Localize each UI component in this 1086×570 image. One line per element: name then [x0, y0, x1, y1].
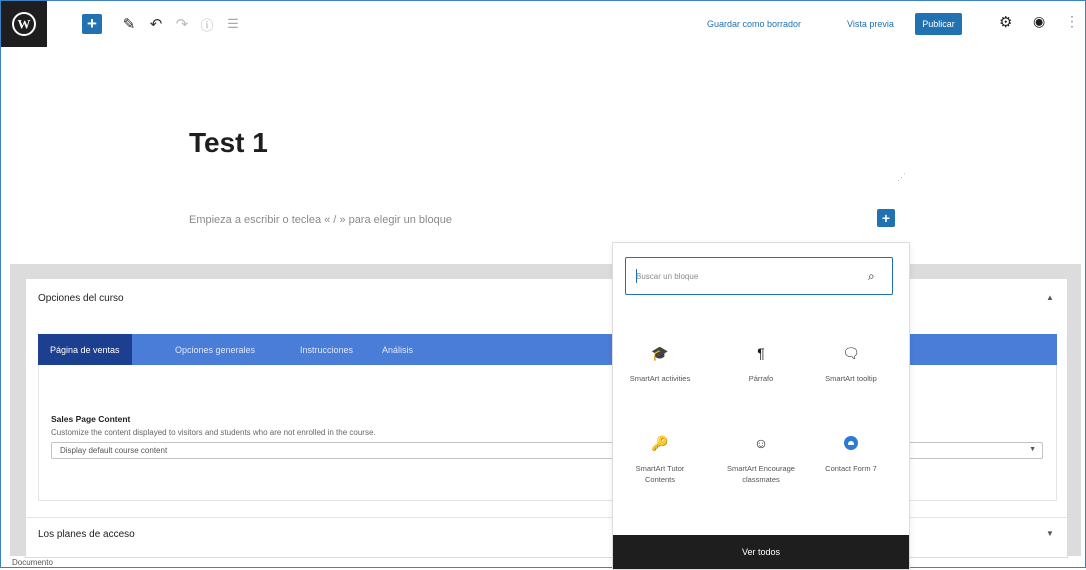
sales-page-content-label: Sales Page Content	[51, 414, 131, 424]
preview-button[interactable]: Vista previa	[847, 19, 894, 29]
course-options-title[interactable]: Opciones del curso	[38, 293, 124, 304]
tools-pencil-icon[interactable]: ✎	[118, 13, 140, 35]
block-label: SmartArt activities	[629, 374, 691, 383]
inline-add-block-button[interactable]: +	[877, 209, 895, 227]
gear-icon[interactable]: ⚙	[999, 13, 1012, 31]
paragraph-icon: ¶	[757, 345, 765, 361]
block-smartart-activities[interactable]: 🎓 SmartArt activities	[620, 343, 700, 423]
block-label: SmartArt Encourage classmates	[727, 464, 795, 484]
sales-page-select-value: Display default course content	[60, 446, 168, 455]
collapse-caret-icon[interactable]: ▲	[1046, 293, 1054, 302]
block-smartart-encourage-classmates[interactable]: ☺ SmartArt Encourage classmates	[721, 433, 801, 513]
contact-form-icon	[811, 433, 891, 453]
chevron-down-icon: ▼	[1029, 446, 1036, 453]
tab-sales-page[interactable]: Página de ventas	[38, 334, 132, 365]
redo-icon[interactable]: ↷	[171, 13, 193, 35]
more-options-icon[interactable]: ⋮	[1065, 13, 1079, 30]
save-draft-button[interactable]: Guardar como borrador	[707, 19, 801, 29]
block-search-box[interactable]: ⌕	[625, 257, 893, 295]
publish-button[interactable]: Publicar	[915, 13, 962, 35]
info-icon[interactable]: ⓘ	[196, 13, 218, 35]
sales-page-content-description: Customize the content displayed to visit…	[51, 428, 376, 437]
block-paragraph[interactable]: ¶ Párrafo	[721, 343, 801, 423]
block-label: SmartArt tooltip	[825, 374, 877, 383]
list-view-icon[interactable]: ☰	[222, 13, 244, 35]
text-cursor	[636, 269, 637, 283]
plugin-icon[interactable]: ◉	[1033, 13, 1045, 30]
block-label: Contact Form 7	[825, 464, 877, 473]
course-options-panel: Opciones del curso ▲ Página de ventas Op…	[25, 278, 1068, 558]
graduation-cap-icon: 🎓	[651, 344, 669, 361]
panel-divider	[26, 517, 1067, 518]
editor-toolbar: W + ✎ ↶ ↷ ⓘ ☰ Guardar como borrador Vist…	[1, 1, 1084, 85]
access-plans-title[interactable]: Los planes de acceso	[38, 529, 135, 540]
add-block-button[interactable]: +	[82, 14, 102, 34]
block-label: SmartArt Tutor Contents	[635, 464, 685, 484]
tab-analytics[interactable]: Análisis	[382, 334, 413, 365]
tooltip-icon: 🗨	[842, 344, 860, 361]
block-inserter-popover: ⌕ 🎓 SmartArt activities ¶ Párrafo 🗨 Smar…	[612, 242, 910, 570]
breadcrumb[interactable]: Documento	[12, 558, 53, 567]
smile-icon: ☺	[753, 435, 769, 451]
resize-handle-icon: ⋰	[897, 172, 906, 182]
wordpress-logo-icon[interactable]: W	[1, 1, 47, 47]
svg-text:W: W	[18, 17, 31, 32]
post-title[interactable]: Test 1	[189, 127, 268, 159]
block-smartart-tooltip[interactable]: 🗨 SmartArt tooltip	[811, 343, 891, 423]
block-label: Párrafo	[748, 374, 774, 383]
block-smartart-tutor-contents[interactable]: 🔑 SmartArt Tutor Contents	[620, 433, 700, 513]
tab-instructions[interactable]: Instrucciones	[300, 334, 353, 365]
view-all-button[interactable]: Ver todos	[613, 535, 909, 569]
tab-general-options[interactable]: Opciones generales	[175, 334, 255, 365]
block-placeholder[interactable]: Empieza a escribir o teclea « / » para e…	[189, 214, 452, 226]
block-search-input[interactable]	[636, 269, 856, 283]
expand-caret-icon[interactable]: ▼	[1046, 529, 1054, 538]
key-icon: 🔑	[651, 434, 669, 451]
block-contact-form-7[interactable]: Contact Form 7	[811, 433, 891, 513]
undo-icon[interactable]: ↶	[145, 13, 167, 35]
search-icon[interactable]: ⌕	[868, 269, 875, 284]
